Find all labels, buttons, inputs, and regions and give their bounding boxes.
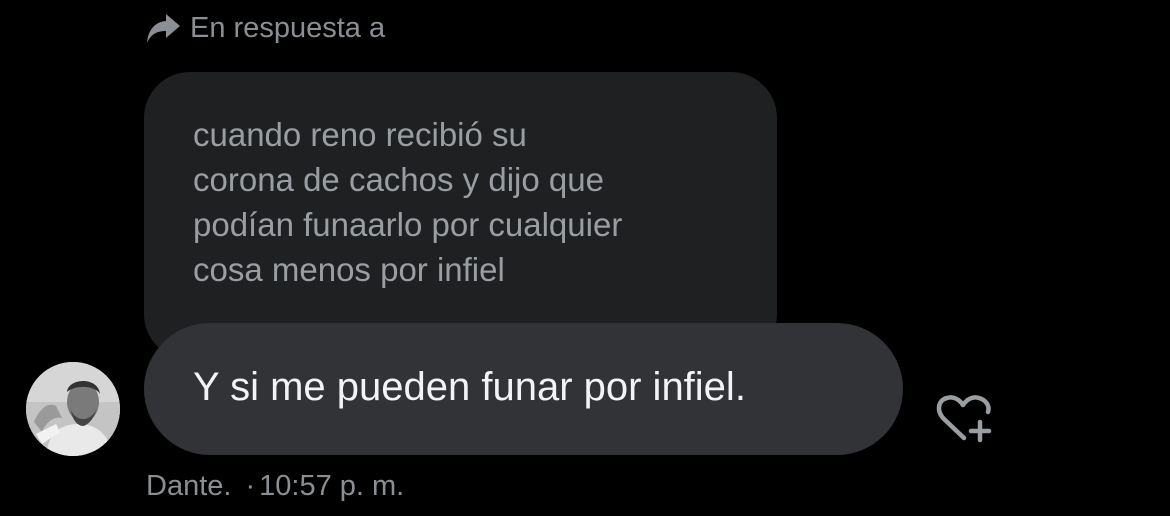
heart-plus-icon (930, 392, 996, 446)
message-bubble[interactable]: Y si me pueden funar por infiel. (144, 323, 903, 455)
react-button[interactable] (930, 392, 996, 446)
message-timestamp: 10:57 p. m. (259, 469, 405, 502)
reply-arrow-icon (146, 11, 182, 45)
avatar[interactable] (26, 362, 120, 456)
sender-name[interactable]: Dante. (146, 470, 231, 503)
quoted-message-bubble[interactable]: cuando reno recibió su corona de cachos … (144, 72, 777, 360)
meta-separator: · (245, 469, 256, 502)
quoted-message-text: cuando reno recibió su corona de cachos … (193, 116, 623, 288)
message-meta: Dante. · 10:57 p. m. (146, 466, 404, 506)
reply-header-label: En respuesta a (190, 11, 386, 44)
message-text: Y si me pueden funar por infiel. (193, 365, 746, 409)
reply-header[interactable]: En respuesta a (146, 8, 385, 48)
